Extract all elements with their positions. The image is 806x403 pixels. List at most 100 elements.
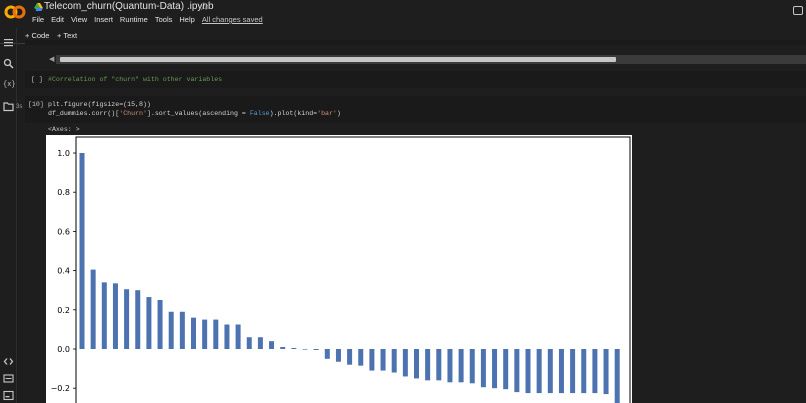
bar xyxy=(269,341,275,349)
code-line-1: plt.figure(figsize=(15,8)) xyxy=(48,101,151,108)
menu-tools[interactable]: Tools xyxy=(155,15,173,26)
bar xyxy=(224,324,230,349)
bar xyxy=(447,349,453,383)
code-snippets-icon[interactable] xyxy=(3,356,14,367)
scrollbar-thumb[interactable] xyxy=(60,57,616,62)
bar xyxy=(213,319,219,349)
code-string: 'bar' xyxy=(317,110,337,117)
folder-icon[interactable] xyxy=(3,101,14,112)
code-string: 'Churn' xyxy=(119,110,147,117)
comment-code: #Correlation of "churn" with other varia… xyxy=(48,76,223,83)
bar xyxy=(581,349,587,394)
command-palette-icon[interactable] xyxy=(3,373,14,384)
star-icon[interactable]: ☆ xyxy=(199,0,209,13)
bar xyxy=(536,349,542,394)
run-time: 3s xyxy=(16,104,23,110)
header: Telecom_churn(Quantum-Data) .ipynb ☆ Fil… xyxy=(0,0,806,28)
bar xyxy=(358,349,364,366)
bar xyxy=(402,349,408,377)
y-tick-label: 0.6 xyxy=(57,227,70,236)
bar xyxy=(112,283,118,349)
bar xyxy=(469,349,475,384)
bar xyxy=(313,349,319,350)
cell-prompt[interactable]: [ ] xyxy=(31,76,43,83)
comment-icon[interactable] xyxy=(793,6,803,15)
bar xyxy=(146,297,152,349)
add-text-button[interactable]: + Text xyxy=(57,31,77,40)
code-seg: ) xyxy=(336,110,341,117)
bar xyxy=(391,349,397,373)
drive-icon xyxy=(34,3,43,11)
menu-runtime[interactable]: Runtime xyxy=(120,15,148,26)
bar xyxy=(614,349,620,403)
plot-output: 1.0 0.8 0.6 0.4 0.2 0.0 −0.2 xyxy=(46,135,632,403)
code-seg: ].sort_values(ascending = xyxy=(146,110,250,117)
bar xyxy=(79,153,85,349)
bar xyxy=(257,337,263,349)
colab-logo-icon[interactable] xyxy=(4,3,26,21)
bar xyxy=(525,349,531,394)
left-rail: {x} xyxy=(0,28,17,403)
code-line-2: df_dummies.corr()['Churn'].sort_values(a… xyxy=(48,110,341,117)
scroll-left-icon[interactable]: ◀ xyxy=(49,55,54,63)
bar xyxy=(157,300,163,349)
bar xyxy=(436,349,442,381)
menu-edit[interactable]: Edit xyxy=(51,15,64,26)
bar xyxy=(503,349,509,390)
bar xyxy=(246,337,252,349)
axes-frame xyxy=(75,136,631,403)
bar xyxy=(168,311,174,349)
y-tick-label: 0.2 xyxy=(57,306,70,315)
bar xyxy=(302,349,308,350)
bar xyxy=(570,349,576,394)
add-code-button[interactable]: + Code xyxy=(25,31,49,40)
bar xyxy=(335,349,341,362)
bar xyxy=(101,282,107,349)
notebook-title[interactable]: Telecom_churn(Quantum-Data) .ipynb xyxy=(44,1,214,12)
y-tick-label: 1.0 xyxy=(57,149,70,158)
menu-file[interactable]: File xyxy=(32,15,44,26)
y-tick-label: 0.4 xyxy=(57,267,70,276)
menu-icon[interactable] xyxy=(3,37,14,48)
terminal-icon[interactable] xyxy=(3,390,14,401)
menu-insert[interactable]: Insert xyxy=(94,15,113,26)
bar xyxy=(235,324,241,349)
bar xyxy=(347,349,353,365)
bar xyxy=(592,349,598,394)
bar xyxy=(547,349,553,394)
menu-view[interactable]: View xyxy=(71,15,87,26)
bar xyxy=(492,349,498,389)
bar xyxy=(425,349,431,381)
bar xyxy=(380,349,386,371)
previous-cell xyxy=(25,40,806,45)
code-seg: ).plot(kind= xyxy=(269,110,318,117)
bar xyxy=(480,349,486,388)
bar xyxy=(291,348,297,349)
bar xyxy=(369,349,375,371)
save-status[interactable]: All changes saved xyxy=(202,15,263,26)
code-seg: df_dummies.corr()[ xyxy=(48,110,120,117)
bar xyxy=(124,289,130,349)
menubar: File Edit View Insert Runtime Tools Help… xyxy=(32,15,263,26)
menu-help[interactable]: Help xyxy=(179,15,194,26)
bar xyxy=(324,349,330,359)
bar xyxy=(558,349,564,394)
bar-chart: 1.0 0.8 0.6 0.4 0.2 0.0 −0.2 xyxy=(51,136,631,403)
bar xyxy=(414,349,419,379)
code-keyword: False xyxy=(249,110,270,117)
output-label: <Axes: > xyxy=(48,126,80,133)
variables-icon[interactable]: {x} xyxy=(3,80,16,91)
search-icon[interactable] xyxy=(3,58,14,69)
cell-execution-count: [10] xyxy=(28,101,44,108)
bar xyxy=(514,349,520,393)
bar xyxy=(603,349,609,395)
bar xyxy=(458,349,464,383)
bar xyxy=(135,290,141,349)
bar xyxy=(90,269,96,349)
bar xyxy=(202,319,208,349)
y-tick-label: −0.2 xyxy=(51,384,70,393)
bar xyxy=(191,317,196,349)
bar xyxy=(280,347,286,349)
bar xyxy=(179,311,185,349)
y-tick-label: 0.0 xyxy=(57,345,70,354)
